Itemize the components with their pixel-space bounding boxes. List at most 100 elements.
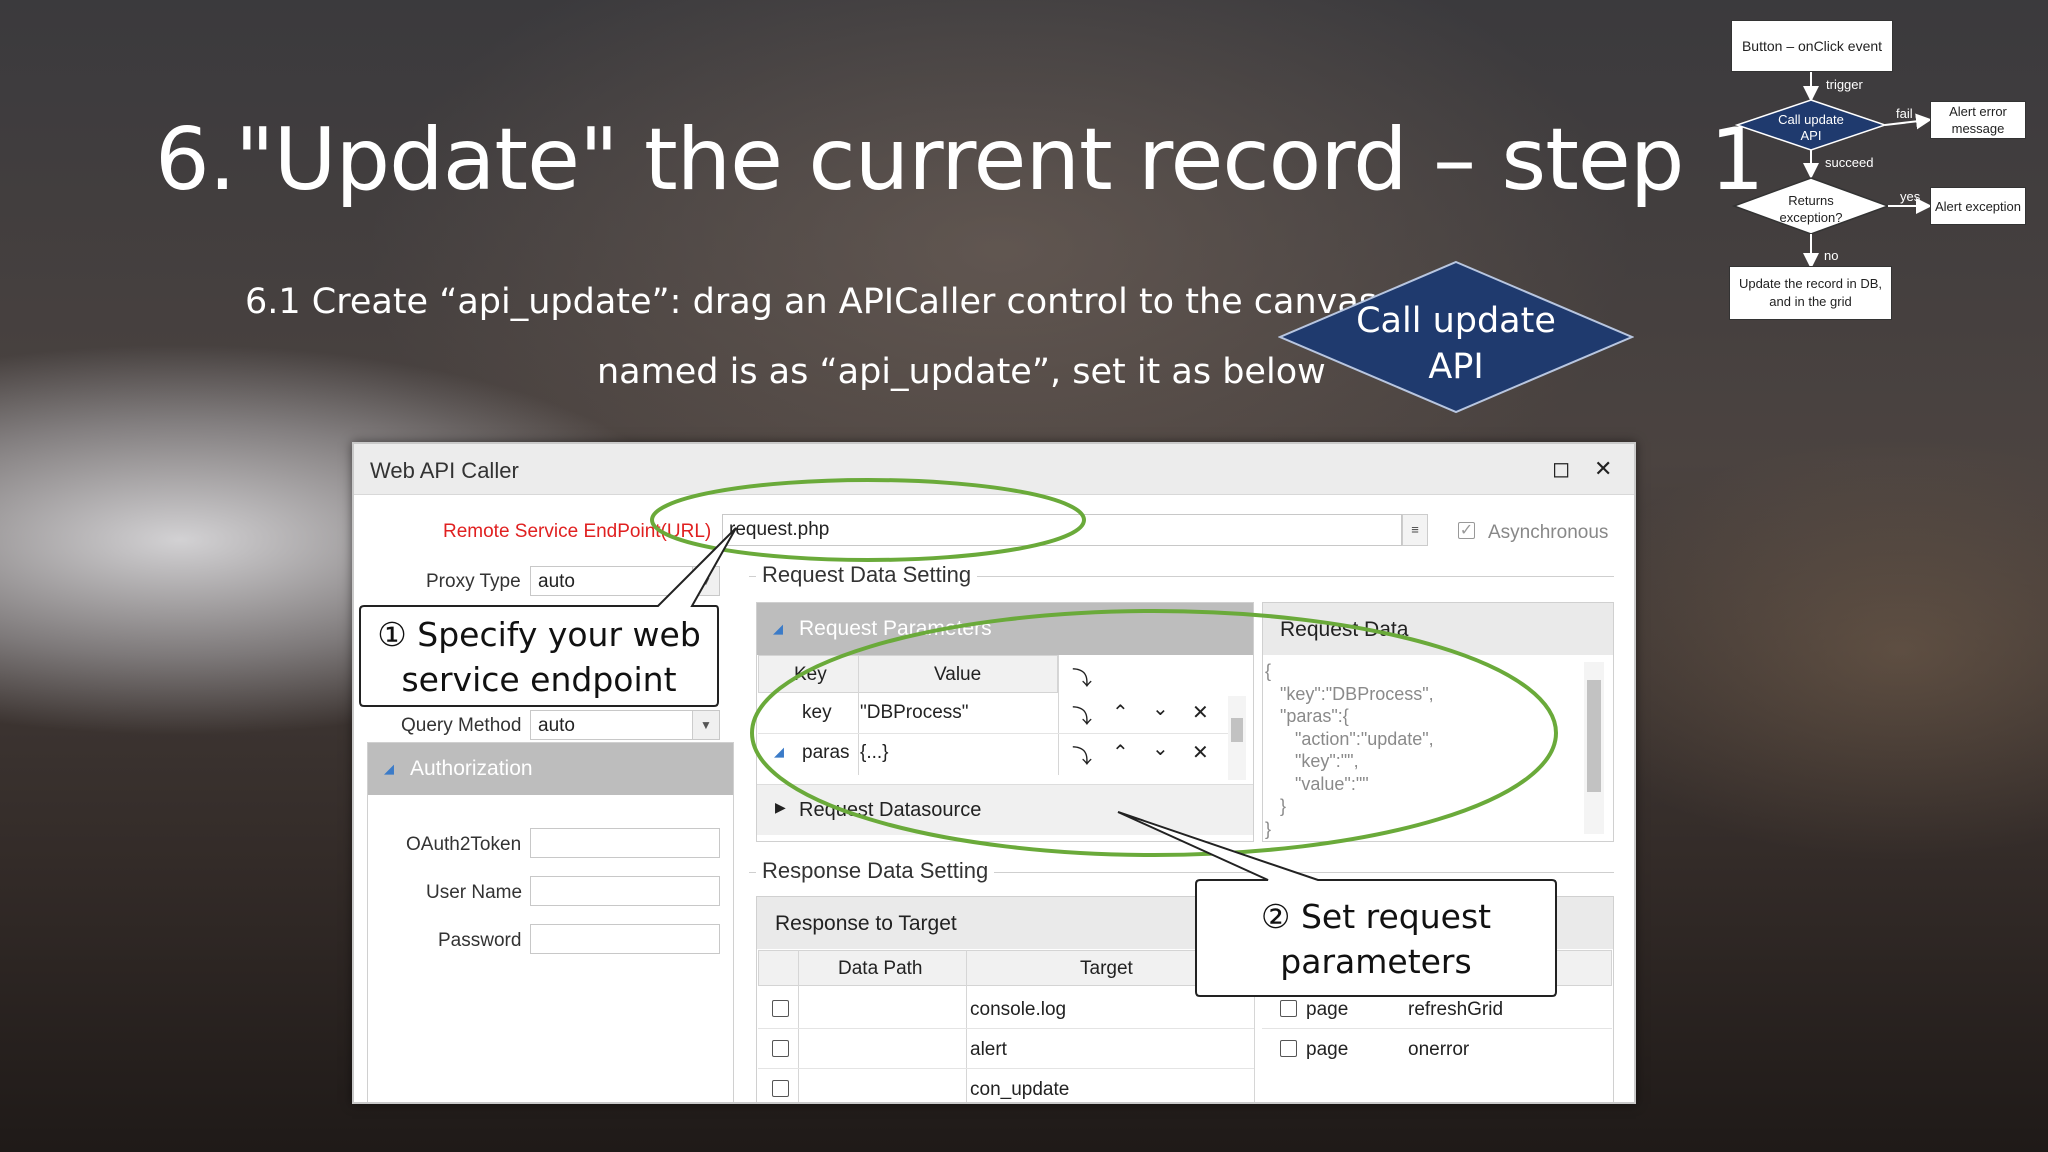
resp-row-checkbox[interactable] [772, 1040, 789, 1057]
flow-call-api-text: Call update API [1778, 112, 1844, 143]
web-api-caller-dialog: Web API Caller ◻ ✕ Remote Service EndPoi… [352, 442, 1636, 1104]
resp-row-target: con_update [970, 1079, 1070, 1100]
right-row-type: page [1306, 1039, 1349, 1060]
flow-alert-exception-box: Alert exception [1930, 187, 2026, 225]
dialog-titlebar: Web API Caller ◻ ✕ [354, 444, 1634, 495]
params-col-divider [858, 655, 859, 775]
subtitle-line-2: named is as “api_update”, set it as belo… [597, 352, 1326, 392]
resp-col-target: Target [1080, 958, 1133, 979]
asynchronous-checkbox[interactable]: ✓ [1458, 522, 1475, 539]
subtitle-line-1: 6.1 Create “api_update”: drag an APICall… [245, 282, 1378, 322]
call-update-diamond-text: Call update API [1278, 298, 1634, 390]
expand-triangle-icon[interactable]: ◢ [774, 744, 784, 760]
asynchronous-label: Asynchronous [1488, 522, 1609, 543]
slide-title: 6."Update" the current record – step 1 [155, 110, 1764, 210]
response-target-title: Response to Target [775, 912, 957, 935]
username-input[interactable] [530, 876, 720, 906]
flow-no-label: no [1824, 248, 1839, 263]
right-row-type: page [1306, 999, 1349, 1020]
callout-endpoint-line2: service endpoint [401, 660, 677, 699]
callout-endpoint: ① Specify your web service endpoint [362, 612, 716, 702]
close-icon[interactable]: ✕ [1594, 456, 1612, 482]
password-label: Password [438, 930, 522, 951]
authorization-header[interactable]: ◢ Authorization [368, 743, 733, 795]
request-params-header[interactable]: ◢ Request Parameters [757, 603, 1253, 655]
row-divider [758, 1028, 1254, 1029]
query-method-value: auto [538, 715, 575, 736]
authorization-title: Authorization [410, 757, 533, 780]
proxy-type-select[interactable]: auto ▼ [530, 566, 720, 596]
flow-start-box: Button – onClick event [1731, 20, 1893, 72]
diamond-line-1: Call update [1356, 301, 1556, 341]
right-row-checkbox[interactable] [1280, 1000, 1297, 1017]
edit-icon[interactable]: ⤵ [1072, 700, 1092, 729]
row-divider [1262, 1028, 1612, 1029]
query-method-label: Query Method [401, 715, 522, 736]
flow-fail-label: fail [1896, 106, 1913, 121]
maximize-icon[interactable]: ◻ [1552, 456, 1570, 482]
request-datasource-bar[interactable]: ▶ Request Datasource [757, 784, 1253, 835]
callout-endpoint-line1: ① Specify your web [377, 615, 701, 654]
response-grid-header [758, 950, 1254, 986]
param-row-value: "DBProcess" [860, 702, 969, 723]
proxy-type-value: auto [538, 571, 575, 592]
params-col-divider [1058, 655, 1059, 775]
move-up-icon[interactable]: ⌃ [1112, 740, 1129, 765]
request-data-title: Request Data [1280, 618, 1409, 641]
chevron-down-icon: ▼ [692, 711, 719, 739]
right-row-checkbox[interactable] [1280, 1040, 1297, 1057]
param-row-key: paras [802, 742, 850, 763]
request-data-json: { "key":"DBProcess", "paras":{ "action":… [1265, 661, 1434, 839]
params-scrollbar-thumb[interactable] [1231, 718, 1243, 742]
dialog-title: Web API Caller [370, 458, 519, 483]
resp-col-datapath: Data Path [838, 958, 923, 979]
query-method-select[interactable]: auto ▼ [530, 710, 720, 740]
right-row-target: onerror [1408, 1039, 1470, 1060]
diamond-line-2: API [1428, 347, 1484, 387]
right-row-target: refreshGrid [1408, 999, 1504, 1020]
delete-icon[interactable]: ✕ [1192, 700, 1209, 725]
authorization-panel: ◢ Authorization [367, 742, 734, 1102]
username-label: User Name [426, 882, 523, 903]
move-down-icon[interactable]: ⌄ [1152, 736, 1169, 761]
edit-icon[interactable]: ⤵ [1072, 662, 1092, 691]
edit-icon[interactable]: ⤵ [1072, 740, 1092, 769]
flow-succeed-label: succeed [1825, 155, 1874, 170]
resp-row-checkbox[interactable] [772, 1080, 789, 1097]
collapse-triangle-icon: ◢ [773, 621, 783, 636]
move-down-icon[interactable]: ⌄ [1152, 696, 1169, 721]
params-col-value: Value [934, 664, 982, 685]
flow-returns-exception-text: Returns exception? [1779, 193, 1843, 225]
oauth2token-input[interactable] [530, 828, 720, 858]
callout-params-line1: ② Set request [1260, 897, 1492, 936]
param-row-value: {...} [860, 742, 889, 763]
chevron-down-icon: ▼ [692, 567, 719, 595]
request-data-scrollbar-thumb[interactable] [1587, 680, 1601, 792]
oauth2token-label: OAuth2Token [406, 834, 522, 855]
row-divider [758, 733, 1228, 734]
resp-col-divider [798, 950, 799, 1102]
resp-row-checkbox[interactable] [772, 1000, 789, 1017]
row-divider [758, 1068, 1254, 1069]
param-row-key: key [802, 702, 832, 723]
flow-alert-error-box: Alert error message [1930, 101, 2026, 139]
resp-row-target: alert [970, 1039, 1007, 1060]
callout-request-params: ② Set request parameters [1198, 894, 1554, 984]
password-input[interactable] [530, 924, 720, 954]
request-group-title: Request Data Setting [756, 562, 978, 588]
flow-yes-label: yes [1900, 189, 1921, 204]
resp-col-divider [966, 950, 967, 1102]
callout-params-line2: parameters [1280, 942, 1472, 981]
endpoint-picker-icon[interactable]: ≡ [1402, 514, 1428, 546]
delete-icon[interactable]: ✕ [1192, 740, 1209, 765]
flow-trigger-label: trigger [1826, 77, 1863, 92]
flow-update-record-box: Update the record in DB, and in the grid [1729, 266, 1892, 320]
request-datasource-label: Request Datasource [799, 799, 982, 821]
params-col-key: Key [794, 664, 827, 685]
resp-row-target: console.log [970, 999, 1067, 1020]
endpoint-label: Remote Service EndPoint(URL) [443, 521, 712, 542]
endpoint-input[interactable] [722, 514, 1402, 546]
expand-triangle-icon: ▶ [775, 799, 786, 815]
proxy-type-label: Proxy Type [426, 571, 521, 592]
move-up-icon[interactable]: ⌃ [1112, 700, 1129, 725]
